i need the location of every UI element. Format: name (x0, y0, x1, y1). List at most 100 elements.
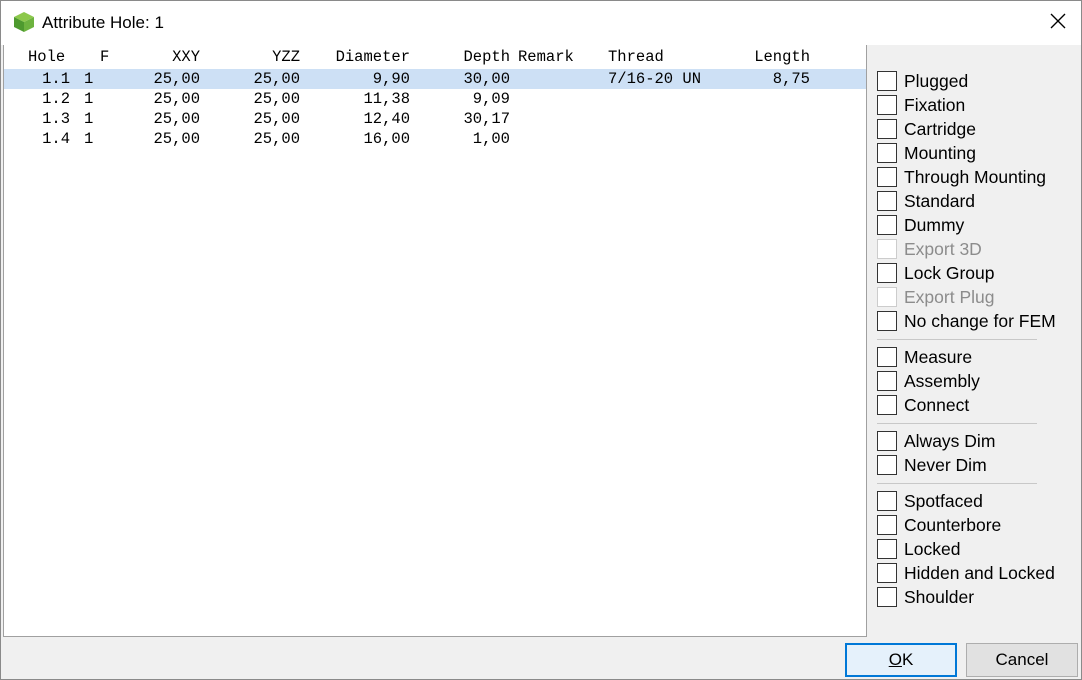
checkbox-through-mounting[interactable]: Through Mounting (877, 165, 1046, 189)
header-remark: Remark (518, 48, 574, 66)
cell-hole: 1.2 (42, 90, 70, 108)
checkbox-box[interactable] (877, 491, 897, 511)
cell-xxy: 25,00 (153, 70, 200, 88)
checkbox-box[interactable] (877, 395, 897, 415)
checkbox-standard[interactable]: Standard (877, 189, 975, 213)
cell-thread: 7/16-20 UN (608, 70, 702, 88)
checkbox-label: Spotfaced (904, 490, 983, 511)
checkbox-label: Mounting (904, 142, 976, 163)
checkbox-fixation[interactable]: Fixation (877, 93, 965, 117)
checkbox-hidden-and-locked[interactable]: Hidden and Locked (877, 561, 1055, 585)
checkbox-shoulder[interactable]: Shoulder (877, 585, 974, 609)
checkbox-label: Shoulder (904, 586, 975, 607)
cell-diameter: 12,40 (363, 110, 410, 128)
header-thread: Thread (608, 48, 664, 66)
cell-f: 1 (84, 130, 94, 148)
checkbox-dummy[interactable]: Dummy (877, 213, 964, 237)
checkbox-plugged[interactable]: Plugged (877, 69, 968, 93)
checkbox-box[interactable] (877, 71, 897, 91)
table-row[interactable]: 1.3 1 25,00 25,00 12,40 30,17 (4, 109, 866, 129)
checkbox-mounting[interactable]: Mounting (877, 141, 976, 165)
cell-diameter: 16,00 (363, 130, 410, 148)
checkbox-box[interactable] (877, 191, 897, 211)
checkbox-box[interactable] (877, 95, 897, 115)
checkbox-never-dim[interactable]: Never Dim (877, 453, 987, 477)
header-depth: Depth (463, 48, 510, 66)
checkbox-label: Export Plug (904, 286, 995, 307)
cell-f: 1 (84, 110, 94, 128)
checkbox-label: Measure (904, 346, 973, 367)
table-row[interactable]: 1.1 1 25,00 25,00 9,90 30,00 7/16-20 UN 8,75 (4, 69, 866, 89)
cell-hole: 1.4 (42, 130, 70, 148)
group-separator (877, 423, 1037, 424)
dialog-window: Attribute Hole: 1 Hole F XXY YZZ Diamete… (0, 0, 1082, 680)
checkbox-label: Never Dim (904, 454, 987, 475)
checkbox-box[interactable] (877, 215, 897, 235)
checkbox-counterbore[interactable]: Counterbore (877, 513, 1001, 537)
checkbox-label: Locked (904, 538, 961, 559)
checkbox-label: Dummy (904, 214, 965, 235)
checkbox-label: Cartridge (904, 118, 976, 139)
cell-depth: 30,17 (463, 110, 510, 128)
checkbox-box[interactable] (877, 119, 897, 139)
ok-mnemonic: O (888, 650, 902, 669)
ok-label: K (901, 650, 914, 669)
table-row[interactable]: 1.2 1 25,00 25,00 11,38 9,09 (4, 89, 866, 109)
checkbox-box[interactable] (877, 263, 897, 283)
checkbox-always-dim[interactable]: Always Dim (877, 429, 995, 453)
cancel-button[interactable]: Cancel (966, 643, 1078, 677)
checkbox-box[interactable] (877, 563, 897, 583)
close-icon (1050, 13, 1066, 34)
cell-diameter: 11,38 (363, 90, 410, 108)
cell-f: 1 (84, 90, 94, 108)
checkbox-box[interactable] (877, 347, 897, 367)
checkbox-box[interactable] (877, 311, 897, 331)
checkbox-no-change-for-fem[interactable]: No change for FEM (877, 309, 1056, 333)
title-bar: Attribute Hole: 1 (1, 1, 1081, 45)
cell-xxy: 25,00 (153, 130, 200, 148)
checkbox-label: Plugged (904, 70, 969, 91)
checkbox-label: Assembly (904, 370, 980, 391)
checkbox-connect[interactable]: Connect (877, 393, 969, 417)
checkbox-label: Lock Group (904, 262, 995, 283)
close-button[interactable] (1035, 1, 1081, 45)
checkbox-box[interactable] (877, 371, 897, 391)
cell-length: 8,75 (772, 70, 810, 88)
cell-xxy: 25,00 (153, 90, 200, 108)
holes-table[interactable]: Hole F XXY YZZ Diameter Depth Remark Thr… (3, 45, 867, 637)
checkbox-label: Counterbore (904, 514, 1002, 535)
checkbox-label: Hidden and Locked (904, 562, 1055, 583)
cell-depth: 30,00 (463, 70, 510, 88)
cell-diameter: 9,90 (372, 70, 410, 88)
cell-hole: 1.3 (42, 110, 70, 128)
table-row[interactable]: 1.4 1 25,00 25,00 16,00 1,00 (4, 129, 866, 149)
checkbox-locked[interactable]: Locked (877, 537, 960, 561)
checkbox-box[interactable] (877, 515, 897, 535)
checkbox-label: No change for FEM (904, 310, 1056, 331)
cell-yzz: 25,00 (253, 110, 300, 128)
checkbox-box[interactable] (877, 167, 897, 187)
checkbox-spotfaced[interactable]: Spotfaced (877, 489, 983, 513)
ok-button[interactable]: OK (845, 643, 957, 677)
checkbox-box[interactable] (877, 539, 897, 559)
checkbox-box (877, 287, 897, 307)
checkbox-export-3d: Export 3D (877, 237, 982, 261)
cell-yzz: 25,00 (253, 90, 300, 108)
checkbox-lock-group[interactable]: Lock Group (877, 261, 994, 285)
checkbox-box[interactable] (877, 431, 897, 451)
checkbox-cartridge[interactable]: Cartridge (877, 117, 976, 141)
group-separator (877, 339, 1037, 340)
cell-yzz: 25,00 (253, 70, 300, 88)
checkbox-assembly[interactable]: Assembly (877, 369, 980, 393)
checkbox-box[interactable] (877, 587, 897, 607)
checkbox-label: Standard (904, 190, 976, 211)
cell-yzz: 25,00 (253, 130, 300, 148)
checkbox-label: Export 3D (904, 238, 982, 259)
checkbox-measure[interactable]: Measure (877, 345, 972, 369)
cell-depth: 1,00 (472, 130, 510, 148)
checkbox-box[interactable] (877, 143, 897, 163)
cell-depth: 9,09 (472, 90, 510, 108)
cell-f: 1 (84, 70, 94, 88)
checkbox-label: Through Mounting (904, 166, 1047, 187)
checkbox-box[interactable] (877, 455, 897, 475)
